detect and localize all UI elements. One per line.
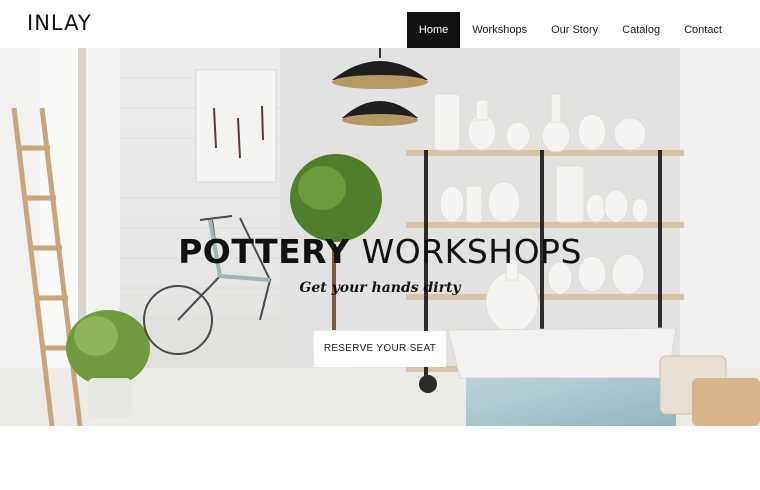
- site-header: INLAY Home Workshops Our Story Catalog C…: [0, 0, 760, 48]
- main-nav: Home Workshops Our Story Catalog Contact: [406, 12, 734, 48]
- hero-subtitle: Get your hands dirty: [299, 280, 461, 296]
- hero-section: POTTERY WORKSHOPS Get your hands dirty R…: [0, 48, 760, 426]
- hero-title-light: WORKSHOPS: [361, 232, 582, 271]
- reserve-seat-button[interactable]: RESERVE YOUR SEAT: [314, 331, 446, 367]
- nav-item-catalog[interactable]: Catalog: [610, 12, 672, 48]
- hero-title: POTTERY WORKSHOPS: [0, 232, 760, 271]
- brand-logo[interactable]: INLAY: [27, 11, 92, 35]
- below-fold-area: [0, 426, 760, 490]
- nav-item-home[interactable]: Home: [406, 12, 461, 48]
- nav-item-workshops[interactable]: Workshops: [460, 12, 539, 48]
- nav-item-our-story[interactable]: Our Story: [539, 12, 610, 48]
- hero-title-bold: POTTERY: [178, 232, 350, 271]
- nav-item-contact[interactable]: Contact: [672, 12, 734, 48]
